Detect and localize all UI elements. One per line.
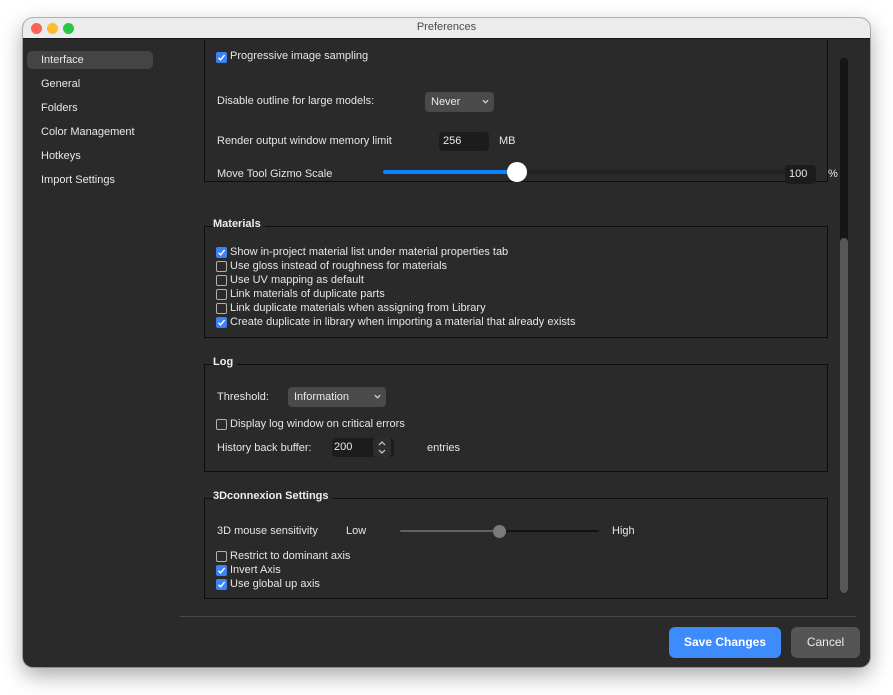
material-option-label: Link materials of duplicate parts: [230, 288, 385, 300]
cancel-button[interactable]: Cancel: [791, 627, 860, 658]
render-memory-unit: MB: [499, 135, 516, 147]
disable-outline-label: Disable outline for large models:: [217, 95, 375, 107]
sidebar: Interface General Folders Color Manageme…: [23, 40, 180, 660]
material-option-checkbox[interactable]: [216, 275, 227, 286]
material-option-label: Use UV mapping as default: [230, 274, 364, 286]
title-bar: Preferences: [23, 18, 870, 39]
sidebar-item-general[interactable]: General: [27, 75, 153, 93]
save-changes-button[interactable]: Save Changes: [669, 627, 781, 658]
material-option-label: Show in-project material list under mate…: [230, 246, 509, 258]
gizmo-scale-unit: %: [828, 168, 838, 180]
gizmo-scale-slider-thumb[interactable]: [506, 162, 527, 182]
check-icon: [218, 581, 226, 588]
footer-divider: [180, 616, 856, 617]
progressive-sampling-checkbox[interactable]: [216, 52, 227, 63]
check-icon: [218, 249, 226, 256]
sensitivity-slider-thumb[interactable]: [493, 525, 506, 538]
check-icon: [218, 567, 226, 574]
connexion-option-checkbox[interactable]: [216, 579, 227, 590]
sensitivity-high-label: High: [612, 525, 635, 537]
threshold-value: Information: [294, 391, 350, 403]
progressive-sampling-label: Progressive image sampling: [230, 50, 369, 62]
gizmo-scale-input[interactable]: 100: [785, 165, 816, 184]
check-icon: [218, 54, 226, 61]
settings-scroll-area: Progressive image sampling Disable outli…: [180, 40, 870, 615]
gizmo-scale-slider[interactable]: [383, 170, 788, 174]
sensitivity-low-label: Low: [346, 525, 367, 537]
threshold-select[interactable]: Information: [288, 387, 386, 407]
sensitivity-label: 3D mouse sensitivity: [217, 525, 318, 537]
materials-group-title: Materials: [213, 218, 265, 230]
chevron-down-icon: [374, 394, 381, 399]
material-option-label: Create duplicate in library when importi…: [230, 316, 576, 328]
window-title: Preferences: [416, 21, 477, 33]
stepper-arrows-icon: [378, 441, 386, 454]
sidebar-item-interface[interactable]: Interface: [27, 51, 153, 69]
history-buffer-unit: entries: [427, 442, 461, 454]
history-buffer-stepper[interactable]: [373, 438, 391, 457]
sidebar-item-import-settings[interactable]: Import Settings: [27, 171, 153, 189]
sidebar-item-folders[interactable]: Folders: [27, 99, 153, 117]
connexion-option-label: Restrict to dominant axis: [230, 550, 351, 562]
gizmo-scale-slider-fill: [383, 170, 517, 174]
sidebar-item-color-management[interactable]: Color Management: [27, 123, 153, 141]
connexion-option-checkbox[interactable]: [216, 551, 227, 562]
check-icon: [218, 319, 226, 326]
material-option-label: Use gloss instead of roughness for mater…: [230, 260, 448, 272]
preferences-window: Preferences Interface General Folders Co…: [23, 18, 870, 667]
render-memory-label: Render output window memory limit: [217, 135, 392, 147]
log-group-title: Log: [213, 356, 238, 368]
material-option-checkbox[interactable]: [216, 303, 227, 314]
sensitivity-slider-fill: [400, 530, 500, 532]
history-buffer-value: 200: [334, 441, 353, 453]
connexion-option-label: Use global up axis: [230, 578, 320, 590]
material-option-checkbox[interactable]: [216, 261, 227, 272]
connexion-group-title: 3Dconnexion Settings: [213, 490, 333, 502]
display-log-checkbox[interactable]: [216, 419, 227, 430]
scrollbar-thumb[interactable]: [840, 238, 848, 593]
chevron-down-icon: [482, 99, 489, 104]
material-option-checkbox[interactable]: [216, 289, 227, 300]
connexion-option-checkbox[interactable]: [216, 565, 227, 576]
gizmo-scale-label: Move Tool Gizmo Scale: [217, 168, 333, 180]
history-buffer-label: History back buffer:: [217, 442, 312, 454]
material-option-checkbox[interactable]: [216, 317, 227, 328]
disable-outline-value: Never: [431, 96, 461, 108]
material-option-checkbox[interactable]: [216, 247, 227, 258]
sidebar-item-hotkeys[interactable]: Hotkeys: [27, 147, 153, 165]
material-option-label: Link duplicate materials when assigning …: [230, 302, 486, 314]
disable-outline-select[interactable]: Never: [425, 92, 494, 112]
display-log-label: Display log window on critical errors: [230, 418, 405, 430]
render-memory-input[interactable]: 256: [439, 132, 489, 151]
connexion-option-label: Invert Axis: [230, 564, 281, 576]
threshold-label: Threshold:: [217, 391, 269, 403]
